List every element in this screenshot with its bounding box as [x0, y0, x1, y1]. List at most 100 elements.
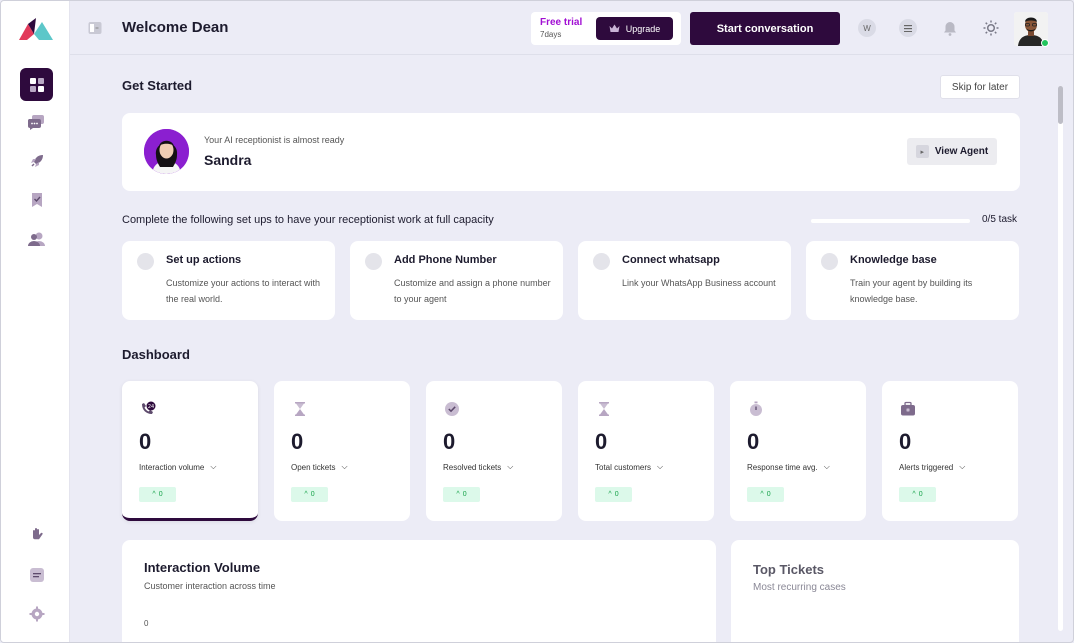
- 24h-phone-icon: 24: [142, 401, 156, 414]
- free-trial-banner: Free trial 7days Upgrade: [531, 12, 681, 45]
- scrollbar-thumb[interactable]: [1058, 86, 1063, 124]
- stat-value: 0: [291, 429, 304, 454]
- dashboard-title: Dashboard: [122, 347, 190, 362]
- agent-status-text: Your AI receptionist is almost ready: [204, 135, 345, 145]
- chevron-down-icon: ⌵: [657, 462, 664, 471]
- chevron-right-icon: ▸: [915, 145, 929, 158]
- check-circle-icon: [445, 402, 459, 416]
- crown-icon: [609, 24, 620, 32]
- agent-avatar: [144, 129, 189, 174]
- toolbox-icon: [901, 401, 915, 416]
- view-agent-label: View Agent: [934, 146, 989, 157]
- setup-card-actions[interactable]: Set up actions Customize your actions to…: [122, 241, 335, 320]
- bell-icon[interactable]: [941, 19, 959, 37]
- users-icon: [27, 232, 45, 246]
- rocket-icon: [30, 154, 43, 167]
- stat-card-interaction-volume[interactable]: 24 0 Interaction volume ⌵ ^ 0: [122, 381, 258, 521]
- setup-card-desc: Link your WhatsApp Business account: [622, 278, 776, 288]
- setup-card-title: Connect whatsapp: [622, 254, 720, 266]
- trial-days: 7days: [540, 30, 562, 39]
- panel-title: Interaction Volume: [144, 560, 261, 575]
- sidebar-item-integrations[interactable]: [20, 518, 53, 551]
- panel-subtitle: Customer interaction across time: [144, 581, 276, 591]
- stat-card-response-time[interactable]: 0 Response time avg. ⌵ ^ 0: [730, 381, 866, 521]
- stat-change-badge: ^ 0: [747, 487, 784, 502]
- setup-card-desc: Train your agent by building its knowled…: [850, 278, 973, 304]
- setup-card-phone-number[interactable]: Add Phone Number Customize and assign a …: [350, 241, 563, 320]
- stat-value: 0: [747, 429, 760, 454]
- stat-value: 0: [899, 429, 912, 454]
- step-radio[interactable]: [821, 253, 838, 270]
- chevron-down-icon: ⌵: [959, 462, 966, 471]
- sidebar-item-customers[interactable]: [20, 222, 53, 255]
- sidebar-item-dashboard[interactable]: [20, 68, 53, 101]
- chat-bubbles-icon: [28, 114, 44, 130]
- setup-card-whatsapp[interactable]: Connect whatsapp Link your WhatsApp Busi…: [578, 241, 791, 320]
- hourglass-icon: [295, 402, 305, 416]
- stopwatch-icon: [750, 401, 762, 416]
- step-radio[interactable]: [593, 253, 610, 270]
- sidebar: [1, 1, 70, 642]
- agent-name: Sandra: [204, 152, 252, 168]
- stat-card-resolved-tickets[interactable]: 0 Resolved tickets ⌵ ^ 0: [426, 381, 562, 521]
- arrow-up-icon: ^: [304, 491, 308, 498]
- stat-change-badge: ^ 0: [139, 487, 176, 502]
- stat-card-alerts-triggered[interactable]: 0 Alerts triggered ⌵ ^ 0: [882, 381, 1018, 521]
- get-started-title: Get Started: [122, 78, 193, 93]
- stat-label-dropdown[interactable]: Interaction volume ⌵: [139, 462, 216, 472]
- sidebar-item-conversations[interactable]: [20, 105, 53, 138]
- setup-progress-text: 0/5 task: [982, 214, 1018, 225]
- app-logo: [19, 18, 53, 40]
- gear-icon: [29, 606, 44, 621]
- page-scrollbar[interactable]: [1058, 86, 1063, 631]
- sidebar-toggle-icon[interactable]: [88, 21, 102, 35]
- sidebar-item-launch[interactable]: [20, 144, 53, 177]
- setup-card-title: Add Phone Number: [394, 254, 497, 266]
- sun-icon[interactable]: [982, 19, 1000, 37]
- chevron-down-icon: ⌵: [823, 462, 830, 471]
- chevron-down-icon: ⌵: [507, 462, 514, 471]
- start-conversation-button[interactable]: Start conversation: [690, 12, 840, 45]
- stat-label-dropdown[interactable]: Total customers ⌵: [595, 462, 663, 472]
- agent-photo: [144, 129, 189, 174]
- step-radio[interactable]: [137, 253, 154, 270]
- top-bar: Welcome Dean Free trial 7days Upgrade St…: [70, 1, 1073, 55]
- stat-card-open-tickets[interactable]: 0 Open tickets ⌵ ^ 0: [274, 381, 410, 521]
- arrow-up-icon: ^: [760, 491, 764, 498]
- setup-card-desc: Customize and assign a phone number to y…: [394, 278, 551, 304]
- view-agent-button[interactable]: ▸ View Agent: [907, 138, 997, 165]
- setup-card-title: Set up actions: [166, 254, 242, 266]
- stat-change-badge: ^ 0: [291, 487, 328, 502]
- stat-label-dropdown[interactable]: Open tickets ⌵: [291, 462, 348, 472]
- setup-card-knowledge-base[interactable]: Knowledge base Train your agent by build…: [806, 241, 1019, 320]
- hand-icon: [32, 527, 43, 539]
- stat-card-total-customers[interactable]: 0 Total customers ⌵ ^ 0: [578, 381, 714, 521]
- note-icon: [29, 567, 44, 582]
- setup-card-desc: Customize your actions to interact with …: [166, 278, 321, 304]
- arrow-up-icon: ^: [608, 491, 612, 498]
- step-radio[interactable]: [365, 253, 382, 270]
- chevron-down-icon: ⌵: [210, 462, 217, 471]
- sidebar-item-tasks[interactable]: [20, 183, 53, 216]
- stat-label-dropdown[interactable]: Resolved tickets ⌵: [443, 462, 513, 472]
- app-window: Welcome Dean Free trial 7days Upgrade St…: [0, 0, 1074, 643]
- sidebar-item-settings[interactable]: [20, 597, 53, 630]
- agent-card: Your AI receptionist is almost ready San…: [122, 113, 1020, 191]
- stat-value: 0: [443, 429, 456, 454]
- upgrade-button[interactable]: Upgrade: [596, 17, 673, 40]
- workspace-icon[interactable]: W: [858, 19, 876, 37]
- svg-text:24: 24: [148, 404, 154, 410]
- sidebar-item-notes[interactable]: [20, 558, 53, 591]
- online-status-indicator: [1041, 39, 1049, 47]
- trial-title: Free trial: [540, 17, 583, 28]
- stat-label-dropdown[interactable]: Response time avg. ⌵: [747, 462, 830, 472]
- main-content: Get Started Skip for later Your AI recep…: [70, 56, 1073, 642]
- stat-value: 0: [139, 429, 152, 454]
- skip-for-later-button[interactable]: Skip for later: [940, 75, 1020, 99]
- upgrade-label: Upgrade: [625, 23, 661, 34]
- interaction-volume-panel: Interaction Volume Customer interaction …: [122, 540, 716, 642]
- stat-label-dropdown[interactable]: Alerts triggered ⌵: [899, 462, 965, 472]
- bookmark-check-icon: [31, 192, 42, 207]
- menu-icon[interactable]: [899, 19, 917, 37]
- panel-subtitle: Most recurring cases: [753, 582, 846, 593]
